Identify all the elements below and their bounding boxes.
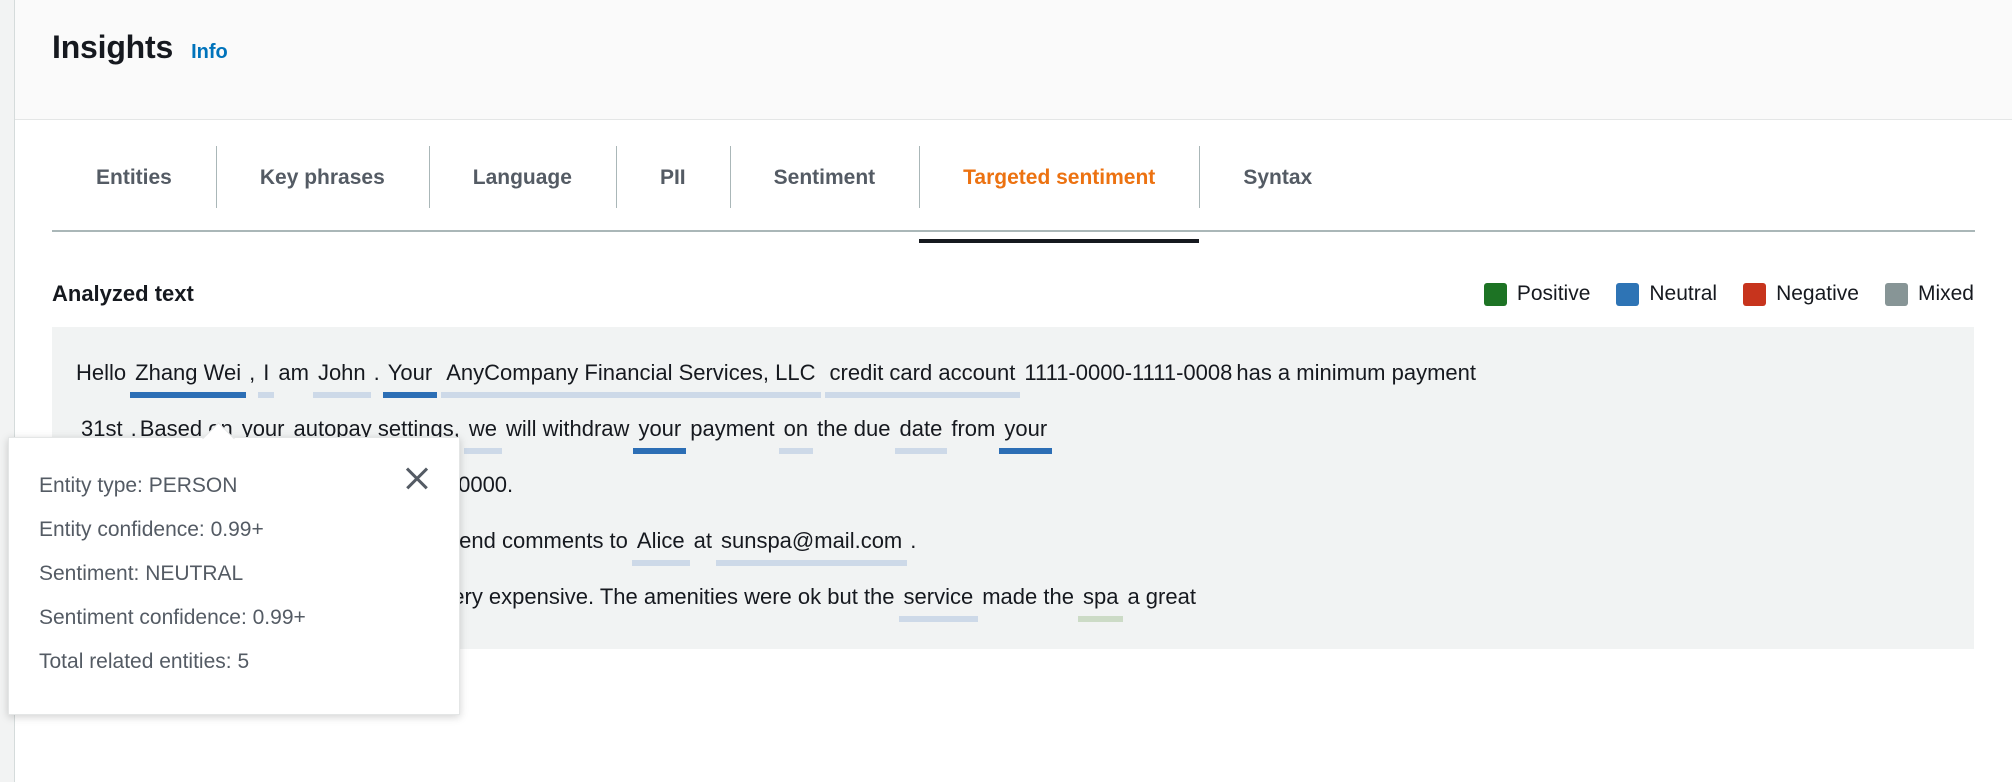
entity-token[interactable]: credit card account xyxy=(823,356,1023,398)
entity-token[interactable]: sunspa@mail.com xyxy=(714,524,909,566)
analyzed-text-header: Analyzed text Positive Neutral Negative Mix… xyxy=(15,259,2012,307)
entity-token[interactable]: Alice xyxy=(630,524,692,566)
text-token: payment xyxy=(690,416,775,441)
tabs-underline xyxy=(52,230,1975,232)
section-title: Analyzed text xyxy=(52,281,194,306)
legend-label: Negative xyxy=(1776,282,1859,305)
info-link[interactable]: Info xyxy=(191,41,228,64)
legend-item-neutral: Neutral xyxy=(1616,282,1717,306)
tab-entities[interactable]: Entities xyxy=(52,120,216,235)
entity-token[interactable]: your xyxy=(997,412,1054,454)
tooltip-row: Total related entities: 5 xyxy=(39,650,250,673)
text-token: Send comments to xyxy=(444,528,628,553)
page-header-inner: Insights Info xyxy=(15,0,2012,66)
tab-pii[interactable]: PII xyxy=(615,120,730,235)
legend-swatch-neutral-icon xyxy=(1616,282,1640,306)
entity-token[interactable]: Zhang Wei xyxy=(128,356,248,398)
text-token: the due xyxy=(817,416,891,441)
entity-token[interactable]: we xyxy=(462,412,504,454)
tab-list: Entities Key phrases Language PII Sentiment T… xyxy=(15,120,2012,243)
insights-page: Insights Info Entities Key phrases Languag… xyxy=(0,0,2012,782)
page-header: Insights Info xyxy=(15,0,2012,120)
tab-syntax[interactable]: Syntax xyxy=(1199,120,1356,235)
tooltip-row: Sentiment confidence: 0.99+ xyxy=(39,606,306,629)
tab-sentiment[interactable]: Sentiment xyxy=(729,120,920,235)
legend-item-positive: Positive xyxy=(1483,282,1591,306)
text-token: at xyxy=(693,528,712,553)
text-token: from xyxy=(951,416,996,441)
entity-tooltip: Entity type: PERSON Entity confidence: 0.… xyxy=(8,422,460,715)
text-token: 1111-0000-1111-0008 xyxy=(1024,360,1233,385)
text-token: . xyxy=(373,360,380,385)
legend-item-negative: Negative xyxy=(1743,282,1859,306)
entity-token[interactable]: your xyxy=(631,412,688,454)
legend-item-mixed: Mixed xyxy=(1884,282,1974,306)
entity-token[interactable]: John xyxy=(311,356,373,398)
legend-swatch-negative-icon xyxy=(1743,282,1767,306)
tab-targeted-sentiment[interactable]: Targeted sentiment xyxy=(919,120,1200,243)
text-token: , xyxy=(249,360,256,385)
text-token: will withdraw xyxy=(505,416,630,441)
entity-token[interactable]: I xyxy=(256,356,276,398)
entity-token[interactable]: service xyxy=(897,580,981,622)
legend-swatch-positive-icon xyxy=(1483,282,1507,306)
tab-language[interactable]: Language xyxy=(428,120,616,235)
text-token: made the xyxy=(982,584,1074,609)
close-icon[interactable] xyxy=(403,464,431,492)
text-token: am xyxy=(278,360,309,385)
legend-label: Neutral xyxy=(1649,282,1718,305)
tab-key-phrases[interactable]: Key phrases xyxy=(215,120,429,235)
legend-label: Positive xyxy=(1516,282,1591,305)
entity-token[interactable]: AnyCompany Financial Services, LLC xyxy=(439,356,822,398)
page-title: Insights xyxy=(52,29,174,65)
text-token: Hello xyxy=(76,360,127,385)
tooltip-row: Sentiment: NEUTRAL xyxy=(39,562,244,585)
sentiment-legend: Positive Neutral Negative Mixed xyxy=(1483,282,1974,306)
text-token: has a minimum payment xyxy=(1236,360,1476,385)
tooltip-row: Entity confidence: 0.99+ xyxy=(39,518,264,541)
text-token: a great xyxy=(1127,584,1196,609)
text-token: . xyxy=(910,528,917,553)
tooltip-rows: Entity type: PERSON Entity confidence: 0.… xyxy=(39,464,431,684)
entity-token[interactable]: Your xyxy=(381,356,439,398)
entity-token[interactable]: on xyxy=(777,412,815,454)
entity-token[interactable]: date xyxy=(893,412,950,454)
legend-label: Mixed xyxy=(1917,282,1974,305)
tabs-container: Entities Key phrases Language PII Sentiment T… xyxy=(15,120,2012,259)
tooltip-row: Entity type: PERSON xyxy=(39,474,238,497)
analyzed-text-line: Hello Zhang Wei, Iam John. Your AnyCompany Fi… xyxy=(74,345,1952,401)
legend-swatch-mixed-icon xyxy=(1884,282,1908,306)
entity-token[interactable]: spa xyxy=(1076,580,1125,622)
